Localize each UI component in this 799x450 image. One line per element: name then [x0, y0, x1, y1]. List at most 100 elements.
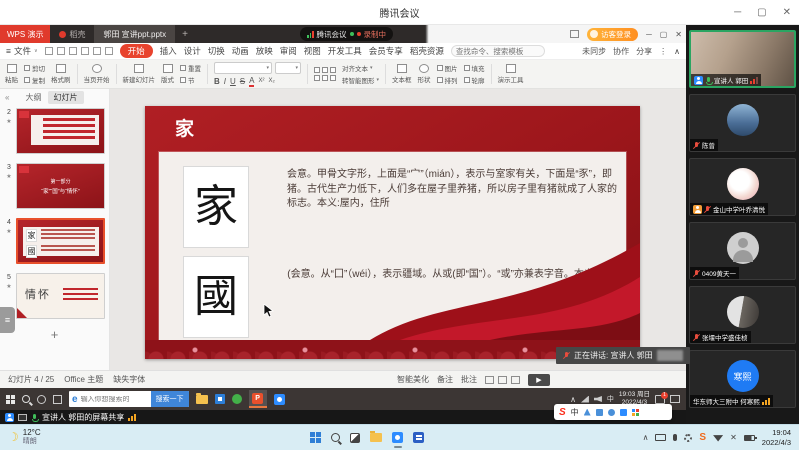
layout-switch-icon[interactable] — [570, 30, 579, 38]
participant-tile[interactable]: 张堰中学盛佳桢 — [689, 286, 796, 344]
settings-tray-icon[interactable] — [684, 434, 692, 442]
win11-taskview-icon[interactable] — [350, 433, 360, 443]
seal-script-image-jia[interactable]: 家 — [183, 166, 249, 248]
weather-widget[interactable]: ☽ 12°C 晴朗 — [0, 429, 49, 445]
file-explorer-icon[interactable] — [196, 395, 208, 404]
collapse-ribbon-icon[interactable]: ∧ — [674, 47, 680, 56]
cortana-icon[interactable] — [37, 395, 46, 404]
subscript-button[interactable]: X₂ — [268, 78, 274, 84]
docs-app-icon[interactable] — [413, 432, 424, 443]
present-tools-button[interactable]: 演示工具 — [498, 64, 524, 84]
win11-start-button[interactable] — [310, 432, 321, 443]
slide-thumb-2[interactable]: 2★ — [2, 108, 105, 154]
command-search[interactable] — [451, 45, 545, 57]
theme-name[interactable]: Office 主题 — [64, 374, 103, 385]
copy-button[interactable]: 复制 — [24, 75, 45, 85]
maximize-icon[interactable]: ▢ — [757, 7, 766, 18]
thumb-qinghuai[interactable]: 情怀 — [16, 273, 105, 319]
ie-search-input[interactable] — [81, 396, 151, 403]
shapes-button[interactable]: 形状 — [418, 64, 431, 84]
font-family-select[interactable]: ▾ — [214, 62, 272, 74]
picture-button[interactable]: 图片 — [437, 63, 458, 73]
fill-button[interactable]: 填充 — [464, 63, 485, 73]
sogou-logo-icon[interactable]: S — [559, 407, 566, 418]
menu-docer-resource[interactable]: 稻壳资源 — [410, 45, 444, 57]
menu-design[interactable]: 设计 — [184, 45, 201, 57]
win10-start-button[interactable] — [6, 395, 15, 404]
ie-search-button[interactable]: 搜索一下 — [151, 391, 189, 407]
mic-tray-icon[interactable] — [673, 434, 677, 441]
participant-tile[interactable]: 陈曾 — [689, 94, 796, 152]
meeting-status-pill[interactable]: 腾讯会议 录制中 — [300, 27, 393, 41]
font-size-select[interactable]: ▾ — [275, 62, 301, 74]
win11-search-icon[interactable] — [331, 433, 340, 442]
arrange-button[interactable]: 排列 — [437, 75, 458, 85]
slide-content-box[interactable]: 家 國 会意。甲骨文字形，上面是“宀”（mián），表示与室家有关，下面是“豕”… — [159, 152, 626, 340]
collab-button[interactable]: 协作 — [613, 46, 629, 57]
battery-icon[interactable] — [744, 435, 755, 441]
green-app-icon[interactable] — [232, 394, 242, 404]
superscript-button[interactable]: X² — [258, 78, 264, 84]
participant-tile-presenter[interactable]: 宣讲人 郭田 — [689, 30, 796, 88]
thumb-current-slide[interactable]: 家 國 — [16, 218, 105, 264]
current-slide[interactable]: 家 家 國 会意。甲骨文字形，上面是“宀”（mián），表示与室家有关，下面是“… — [145, 106, 640, 359]
minimize-icon[interactable]: ─ — [734, 7, 741, 18]
seal-script-image-guo[interactable]: 國 — [183, 256, 249, 338]
font-color-button[interactable]: A — [249, 76, 254, 87]
cut-button[interactable]: 剪切 — [24, 63, 45, 73]
participant-tile[interactable]: 金山中学叶乔清悦 — [689, 158, 796, 216]
guest-login-button[interactable]: 访客登录 — [587, 28, 638, 41]
menu-animation[interactable]: 动画 — [232, 45, 249, 57]
sogou-tray-icon[interactable]: S — [699, 432, 706, 443]
tab-slides[interactable]: 幻灯片 — [48, 91, 84, 104]
slide-title[interactable]: 家 — [175, 114, 194, 141]
slide-layout-button[interactable]: 版式 — [161, 64, 174, 84]
menu-view[interactable]: 视图 — [304, 45, 321, 57]
slide-thumb-4-current[interactable]: 4★ 家 國 — [2, 218, 105, 264]
slide-paragraph-1[interactable]: 会意。甲骨文字形，上面是“宀”（mián），表示与室家有关，下面是“豕”，即猪。… — [287, 168, 617, 212]
pen-icon[interactable] — [584, 409, 591, 416]
align-text-button[interactable]: 对齐文本▾ — [342, 63, 379, 73]
underline-button[interactable]: U — [230, 77, 236, 86]
tray-chevron-icon[interactable]: ∧ — [570, 395, 576, 404]
more-icon[interactable]: ⋮ — [659, 47, 667, 56]
participant-tile[interactable]: 0409黄天一 — [689, 222, 796, 280]
thumb-toc[interactable] — [16, 108, 105, 154]
play-from-current-button[interactable]: 当页开始 — [84, 64, 110, 84]
close-icon[interactable]: ✕ — [783, 7, 791, 18]
comments-button[interactable]: 批注 — [461, 374, 477, 385]
beautify-button[interactable]: 智能美化 — [397, 374, 429, 385]
add-slide-button[interactable]: + — [0, 327, 109, 342]
win11-clock[interactable]: 19:04 2022/4/3 — [762, 428, 791, 447]
wps-maximize-icon[interactable]: ▢ — [660, 30, 668, 39]
tray-chevron-icon[interactable]: ∧ — [643, 433, 649, 442]
volume-icon[interactable] — [594, 396, 602, 402]
wifi-icon[interactable] — [713, 434, 723, 442]
notification-icon[interactable]: 1 — [655, 395, 665, 404]
menu-transition[interactable]: 切换 — [208, 45, 225, 57]
participant-tile[interactable]: 寒熙 华东师大三附中 何寒熙 — [689, 350, 796, 408]
outline-button[interactable]: 轮廓 — [464, 75, 485, 85]
italic-button[interactable]: I — [224, 77, 226, 86]
ime-indicator[interactable]: 中 — [607, 394, 614, 404]
emoji-icon[interactable] — [608, 409, 615, 416]
menu-member[interactable]: 会员专享 — [369, 45, 403, 57]
file-menu[interactable]: ≡ 文件 ∨ — [6, 45, 38, 57]
format-painter-button[interactable]: 格式刷 — [51, 64, 71, 84]
touch-keyboard-icon[interactable] — [655, 434, 666, 441]
paste-button[interactable]: 粘贴 — [5, 64, 18, 84]
notes-button[interactable]: 备注 — [437, 374, 453, 385]
quick-access-toolbar[interactable] — [45, 47, 113, 55]
toolbox-icon[interactable] — [632, 409, 639, 416]
wps-close-icon[interactable]: ✕ — [675, 30, 682, 39]
tab-outline[interactable]: 大纲 — [26, 92, 42, 103]
reading-view-icon[interactable] — [511, 376, 520, 384]
network-icon[interactable] — [581, 396, 589, 403]
menu-devtools[interactable]: 开发工具 — [328, 45, 362, 57]
share-button[interactable]: 分享 — [636, 46, 652, 57]
smart-graphic-button[interactable]: 转智能图形▾ — [342, 75, 379, 85]
wps-minimize-icon[interactable]: ─ — [646, 30, 652, 39]
slideshow-play-button[interactable]: ▶ — [528, 374, 550, 386]
skin-icon[interactable] — [620, 409, 627, 416]
sorter-view-icon[interactable] — [498, 376, 507, 384]
